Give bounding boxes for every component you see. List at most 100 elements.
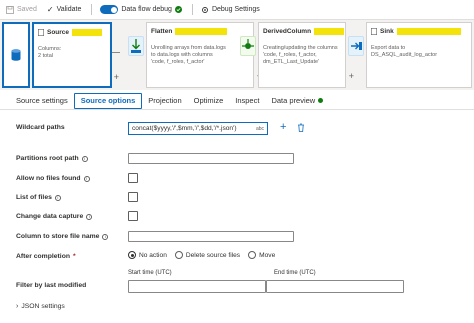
derived-column-node-header: DerivedColumn — [263, 28, 345, 35]
tab-label: Optimize — [193, 96, 224, 105]
source-options-form: Wildcard paths concat($yyyy,'/',$mm,'/',… — [0, 110, 474, 323]
start-time-label: Start time (UTC) — [128, 270, 172, 276]
change-data-capture-label: Change data capture i — [16, 213, 93, 220]
source-start-node[interactable] — [2, 22, 30, 88]
wildcard-path-input[interactable]: concat($yyyy,'/',$mm,'/',$dd,'/*.json') … — [128, 122, 268, 135]
filter-by-last-modified-text: Filter by last modified — [16, 282, 87, 289]
tab-optimize[interactable]: Optimize — [188, 93, 230, 109]
info-icon[interactable]: i — [81, 155, 88, 162]
list-of-files-label: List of files i — [16, 194, 61, 201]
info-icon[interactable]: i — [83, 175, 90, 182]
info-icon[interactable]: i — [86, 213, 93, 220]
list-of-files-text: List of files — [16, 194, 52, 201]
info-icon[interactable]: i — [102, 233, 109, 240]
partitions-root-path-label: Partitions root path i — [16, 155, 88, 162]
flatten-icon — [128, 36, 144, 56]
saved-button[interactable]: Saved — [6, 5, 37, 14]
end-time-label: End time (UTC) — [274, 270, 316, 276]
sink-node-icon — [371, 28, 377, 35]
checkmark-icon: ✓ — [46, 5, 54, 14]
flatten-arrow-icon — [131, 39, 141, 53]
required-marker: * — [73, 253, 76, 260]
column-to-store-file-name-label: Column to store file name i — [16, 233, 109, 240]
toggle-switch[interactable] — [100, 5, 119, 14]
filter-by-last-modified-label: Filter by last modified — [16, 282, 86, 289]
tab-data-preview[interactable]: Data preview — [265, 93, 329, 109]
start-time-input[interactable] — [128, 280, 266, 293]
redaction-mark — [72, 29, 103, 36]
redaction-mark — [314, 28, 345, 35]
file-icon — [38, 29, 44, 36]
status-dot-icon — [318, 98, 324, 103]
json-settings-text: JSON settings — [21, 303, 65, 310]
tab-label: Source settings — [16, 96, 68, 105]
derived-column-node-title: DerivedColumn — [263, 28, 312, 35]
list-of-files-checkbox[interactable] — [128, 192, 138, 202]
info-icon[interactable]: i — [54, 194, 61, 201]
radio-icon[interactable] — [174, 251, 183, 259]
add-path-icon[interactable]: + — [280, 121, 286, 133]
source-node[interactable]: Source Columns: 2 total + — [32, 22, 119, 88]
add-transform-button[interactable]: + — [349, 71, 354, 81]
redaction-mark — [396, 28, 461, 35]
trash-icon[interactable] — [297, 123, 305, 132]
column-to-store-file-name-input[interactable] — [128, 231, 294, 242]
flatten-node[interactable]: Flatten Unrolling arrays from data.logs … — [146, 22, 262, 88]
partitions-root-path-input[interactable] — [128, 153, 294, 164]
radio-move[interactable]: Move — [248, 251, 275, 259]
allow-no-files-found-text: Allow no files found — [16, 175, 81, 182]
radio-delete-source-files[interactable]: Delete source files — [174, 251, 240, 259]
sink-icon — [348, 36, 364, 56]
radio-selected-icon[interactable] — [128, 251, 136, 259]
wildcard-path-value: concat($yyyy,'/',$mm,'/',$dd,'/*.json') — [132, 125, 237, 132]
derived-column-node-description: Creating/updating the columns 'code, f_r… — [263, 45, 338, 65]
toolbar-divider — [91, 4, 93, 15]
radio-no-action[interactable]: No action — [128, 251, 167, 259]
derived-column-node[interactable]: DerivedColumn Creating/updating the colu… — [258, 22, 354, 88]
save-icon — [6, 5, 14, 14]
allow-no-files-found-checkbox[interactable] — [128, 173, 138, 183]
flatten-node-header: Flatten — [151, 28, 228, 35]
allow-no-files-found-label: Allow no files found i — [16, 175, 90, 182]
tab-source-options[interactable]: Source options — [73, 92, 143, 109]
sink-node-description: Export data to DS_ASQL_audit_log_actor — [371, 45, 438, 58]
data-flow-debug-label: Data flow debug — [121, 6, 172, 13]
source-node-description: Columns: 2 total — [38, 46, 62, 59]
tab-label: Source options — [80, 96, 136, 105]
wildcard-paths-text: Wildcard paths — [16, 124, 65, 131]
after-completion-label: After completion * — [16, 253, 76, 260]
tab-source-settings[interactable]: Source settings — [10, 93, 74, 109]
database-icon — [11, 49, 21, 61]
source-node-header: Source — [38, 29, 103, 36]
sink-node-header: Sink — [371, 28, 461, 35]
abc-icon: abc — [255, 126, 264, 132]
column-to-store-file-name-text: Column to store file name — [16, 233, 100, 240]
gear-icon — [201, 6, 208, 13]
toolbar: Saved ✓ Validate Data flow debug Debug S… — [0, 0, 474, 20]
data-flow-canvas[interactable]: Source Columns: 2 total + Flatten Unroll… — [0, 20, 474, 90]
after-completion-text: After completion — [16, 253, 71, 260]
tab-label: Data preview — [271, 96, 316, 105]
tab-inspect[interactable]: Inspect — [229, 93, 265, 109]
change-data-capture-text: Change data capture — [16, 213, 84, 220]
validate-button[interactable]: ✓ Validate — [47, 5, 81, 14]
data-flow-debug-toggle[interactable]: Data flow debug — [100, 5, 182, 14]
partitions-root-path-text: Partitions root path — [16, 155, 79, 162]
debug-settings-button[interactable]: Debug Settings — [201, 6, 260, 14]
end-time-input[interactable] — [266, 280, 404, 293]
json-settings-expander[interactable]: › JSON settings — [16, 303, 65, 310]
derived-column-icon — [240, 36, 256, 56]
radio-label: No action — [139, 251, 167, 259]
sink-node[interactable]: Sink Export data to DS_ASQL_audit_log_ac… — [366, 22, 472, 88]
add-transform-button[interactable]: + — [114, 72, 119, 82]
flatten-node-description: Unrolling arrays from data.logs to data.… — [151, 45, 226, 65]
flatten-node-title: Flatten — [151, 28, 173, 35]
tab-projection[interactable]: Projection — [142, 93, 187, 109]
after-completion-radio-group: No action Delete source files Move — [128, 251, 275, 259]
saved-label: Saved — [17, 6, 37, 13]
sink-arrow-icon — [351, 42, 362, 50]
change-data-capture-checkbox[interactable] — [128, 211, 138, 221]
settings-tabs: Source settings Source options Projectio… — [0, 92, 474, 110]
radio-label: Move — [259, 251, 276, 259]
radio-icon[interactable] — [248, 251, 257, 259]
